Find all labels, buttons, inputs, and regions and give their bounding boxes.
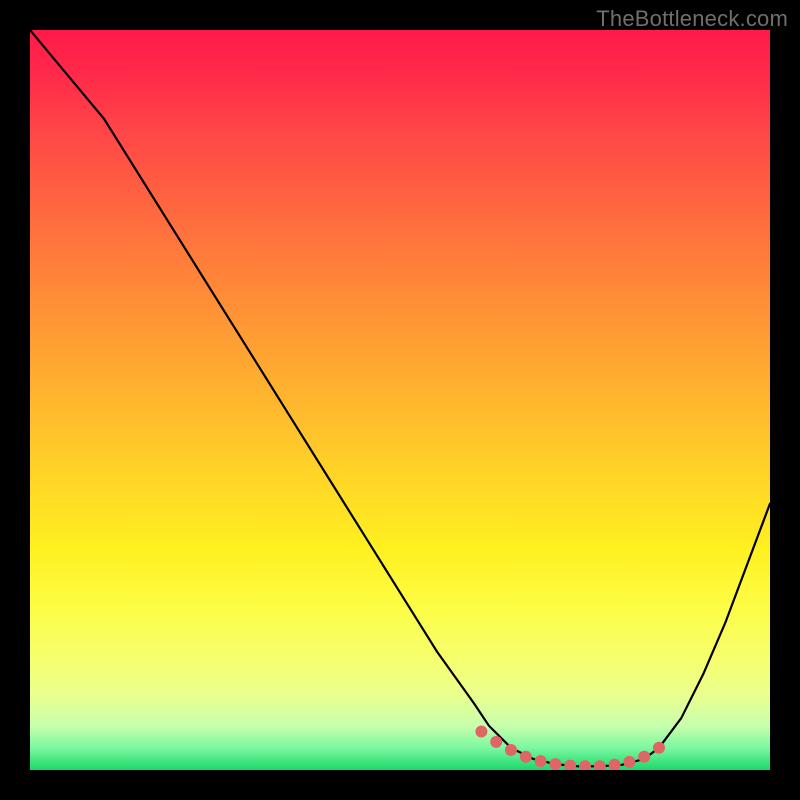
optimal-marker [623,756,635,768]
optimal-marker [505,744,517,756]
bottleneck-curve [30,30,770,766]
optimal-marker [535,755,547,767]
optimal-marker [579,760,591,770]
chart-plot-area [30,30,770,770]
optimal-marker [609,759,621,770]
chart-frame: TheBottleneck.com [0,0,800,800]
optimal-marker [490,736,502,748]
optimal-marker [564,760,576,770]
optimal-marker [475,726,487,738]
optimal-marker [594,760,606,770]
chart-svg [30,30,770,770]
watermark-label: TheBottleneck.com [596,6,788,32]
optimal-marker [520,751,532,763]
optimal-marker [549,758,561,770]
optimal-marker [638,751,650,763]
optimal-marker [653,742,665,754]
optimal-zone-markers [475,726,665,771]
